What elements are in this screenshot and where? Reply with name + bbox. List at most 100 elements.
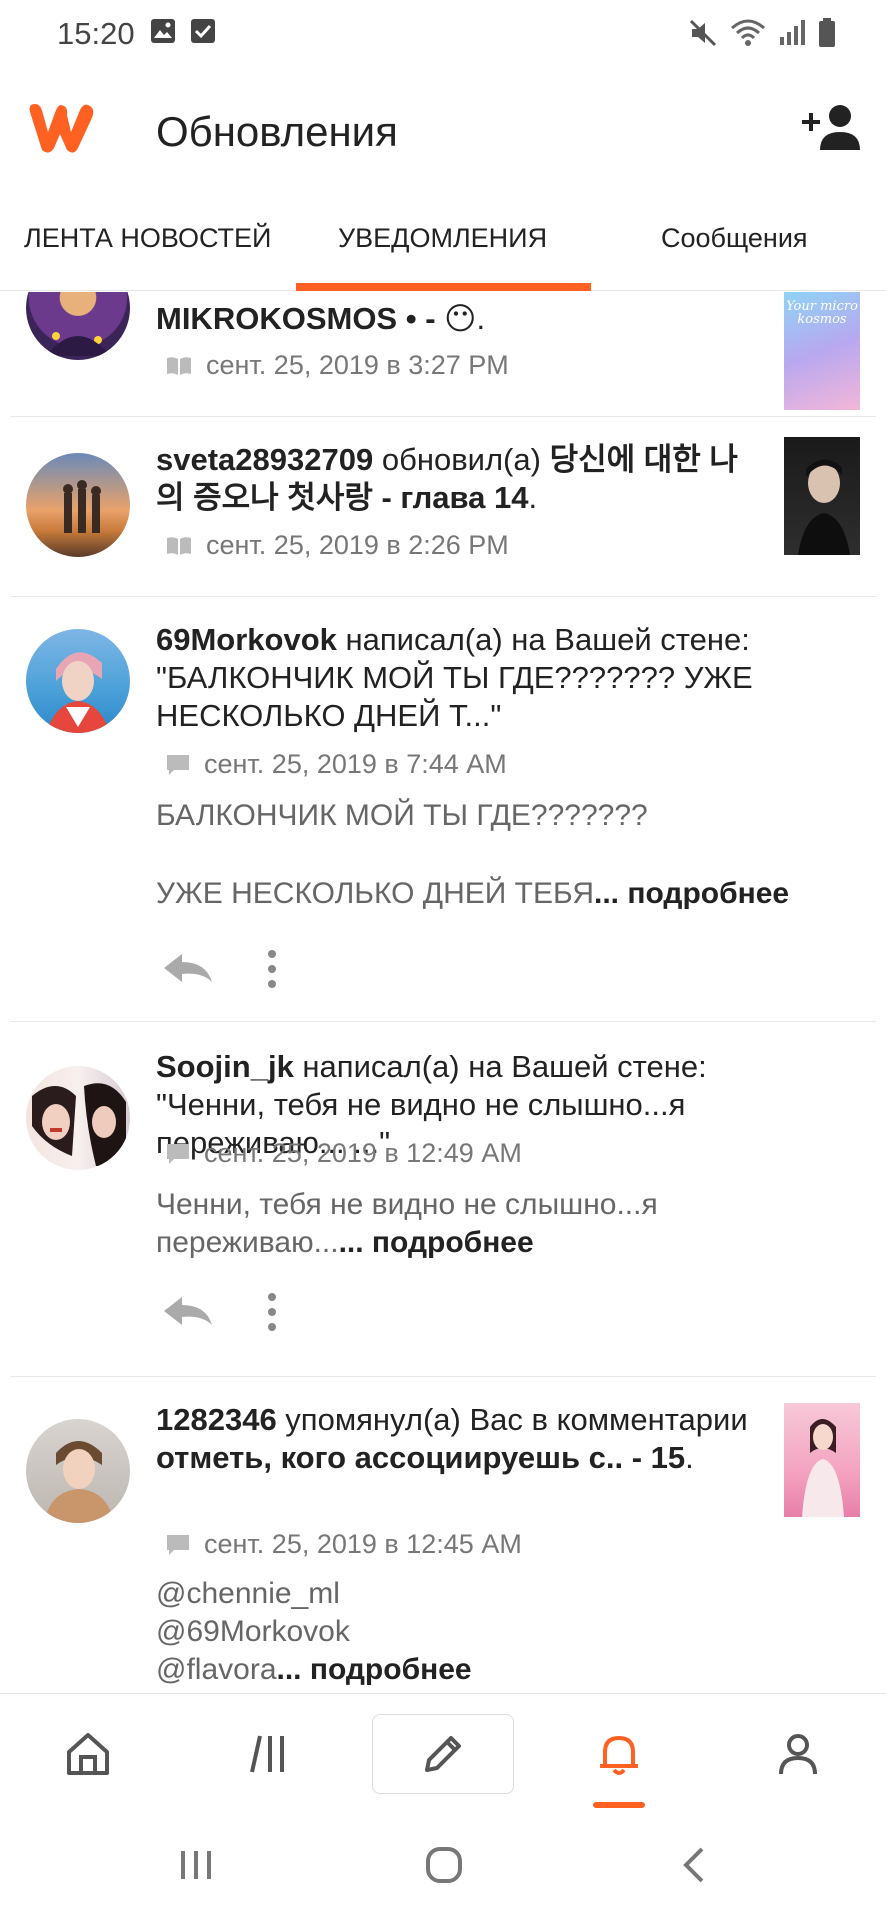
username[interactable]: 1282346 — [156, 1402, 277, 1437]
notification-item[interactable]: 1282346 упомянул(а) Вас в комментарии от… — [0, 1377, 886, 1690]
preview-line: @flavora — [156, 1653, 277, 1686]
back-icon[interactable] — [680, 1845, 710, 1885]
nav-home[interactable] — [56, 1718, 120, 1790]
username[interactable]: 69Morkovok — [156, 622, 337, 657]
action-text: упомянул(а) Вас в комментарии — [276, 1402, 748, 1437]
message-icon — [167, 754, 189, 775]
notification-text: 1282346 упомянул(а) Вас в комментарии от… — [156, 1401, 756, 1477]
active-nav-indicator — [593, 1802, 645, 1808]
notification-meta: сент. 25, 2019 в 7:44 AM — [166, 749, 507, 780]
nav-notifications[interactable] — [587, 1718, 651, 1790]
story-title[interactable]: MIKROKOSMOS • - — [156, 301, 444, 336]
profile-icon — [779, 1734, 817, 1775]
timestamp: сент. 25, 2019 в 12:45 AM — [204, 1529, 522, 1559]
thumbnail-illustration — [798, 459, 850, 555]
pencil-icon — [425, 1736, 461, 1772]
avatar-illustration — [63, 480, 101, 533]
story-title[interactable]: отметь, кого ассоциируешь с.. — [156, 1440, 623, 1475]
active-tab-indicator — [296, 283, 591, 291]
story-cover-thumbnail[interactable] — [784, 1403, 860, 1517]
notification-meta: сент. 25, 2019 в 12:49 AM — [166, 1138, 522, 1169]
thumbnail-illustration — [802, 1419, 844, 1517]
notification-item[interactable]: Soojin_jk написал(а) на Вашей стене: "Че… — [0, 1022, 886, 1377]
text-end: . — [476, 301, 486, 336]
message-preview[interactable]: @chennie_ml @69Morkovok @flavora... подр… — [156, 1575, 856, 1689]
chapter-label[interactable]: - 15 — [623, 1440, 685, 1475]
message-icon — [167, 1143, 189, 1164]
book-icon — [167, 356, 191, 375]
battery-icon — [819, 18, 835, 47]
bell-icon — [600, 1736, 638, 1775]
notification-meta: сент. 25, 2019 в 12:45 AM — [166, 1529, 522, 1560]
notification-text: 69Morkovok написал(а) на Вашей стене: "Б… — [156, 621, 756, 735]
read-more-link[interactable]: ... подробнее — [277, 1653, 472, 1686]
preview-line: БАЛКОНЧИК МОЙ ТЫ ГДЕ??????? — [156, 799, 648, 832]
read-more-link[interactable]: ... подробнее — [339, 1226, 534, 1259]
add-friend-icon[interactable] — [802, 102, 862, 152]
nav-write[interactable] — [372, 1714, 514, 1794]
book-icon — [167, 536, 191, 555]
notification-meta: сент. 25, 2019 в 3:27 PM — [166, 350, 509, 381]
home-button-icon[interactable] — [424, 1845, 464, 1885]
message-preview[interactable]: БАЛКОНЧИК МОЙ ТЫ ГДЕ??????? УЖЕ НЕСКОЛЬК… — [156, 797, 856, 913]
notification-text: MIKROKOSMOS • - 😶. — [156, 300, 756, 338]
reply-icon[interactable] — [162, 952, 214, 986]
notification-item[interactable]: MIKROKOSMOS • - 😶. сент. 25, 2019 в 3:27… — [0, 292, 886, 417]
timestamp: сент. 25, 2019 в 12:49 AM — [204, 1138, 522, 1168]
status-notification-icons — [150, 18, 216, 44]
avatar[interactable] — [26, 453, 130, 557]
notification-item[interactable]: sveta28932709 обновил(а) 당신에 대한 나의 증오나 첫… — [0, 417, 886, 597]
status-system-icons — [688, 18, 836, 48]
reply-icon[interactable] — [162, 1295, 214, 1329]
mute-icon — [689, 19, 717, 47]
notification-meta: сент. 25, 2019 в 2:26 PM — [166, 530, 509, 561]
post-actions — [162, 949, 278, 989]
username[interactable]: Soojin_jk — [156, 1049, 294, 1084]
message-preview[interactable]: Ченни, тебя не видно не слышно...я переж… — [156, 1186, 736, 1262]
nav-library[interactable] — [236, 1718, 300, 1790]
timestamp: сент. 25, 2019 в 2:26 PM — [206, 530, 509, 560]
avatar[interactable] — [26, 1419, 130, 1523]
timestamp: сент. 25, 2019 в 7:44 AM — [204, 749, 507, 779]
avatar-illustration — [46, 652, 110, 733]
avatar[interactable] — [26, 292, 130, 360]
tab-news-feed[interactable]: ЛЕНТА НОВОСТЕЙ — [24, 223, 271, 254]
signal-icon — [780, 20, 805, 45]
tab-notifications[interactable]: УВЕДОМЛЕНИЯ — [338, 223, 547, 254]
story-cover-thumbnail[interactable] — [784, 437, 860, 555]
avatar-illustration — [32, 1083, 126, 1166]
action-text: обновил(а) — [373, 442, 550, 477]
check-notification-icon — [191, 19, 215, 43]
post-actions — [162, 1292, 278, 1332]
system-navigation-bar — [0, 1813, 886, 1920]
tab-messages[interactable]: Сообщения — [661, 223, 808, 254]
wattpad-logo-icon[interactable] — [26, 98, 98, 158]
story-cover-thumbnail[interactable]: Your micro kosmos — [784, 292, 860, 410]
more-options-icon[interactable] — [266, 949, 278, 989]
more-options-icon[interactable] — [266, 1292, 278, 1332]
nav-profile[interactable] — [766, 1718, 830, 1790]
recent-apps-icon[interactable] — [178, 1845, 214, 1885]
message-icon — [167, 1534, 189, 1555]
thumbnail-caption: Your micro kosmos — [786, 299, 858, 327]
tab-bar: ЛЕНТА НОВОСТЕЙ УВЕДОМЛЕНИЯ Сообщения — [0, 205, 886, 291]
read-more-link[interactable]: ... подробнее — [594, 877, 789, 910]
notification-item[interactable]: 69Morkovok написал(а) на Вашей стене: "Б… — [0, 597, 886, 1022]
avatar[interactable] — [26, 629, 130, 733]
preview-line: УЖЕ НЕСКОЛЬКО ДНЕЙ ТЕБЯ — [156, 877, 595, 910]
notification-text: sveta28932709 обновил(а) 당신에 대한 나의 증오나 첫… — [156, 441, 756, 517]
notification-feed[interactable]: MIKROKOSMOS • - 😶. сент. 25, 2019 в 3:27… — [0, 292, 886, 1690]
avatar[interactable] — [26, 1066, 130, 1170]
text-end: . — [685, 1440, 694, 1475]
library-icon — [250, 1735, 284, 1773]
avatar-illustration — [46, 332, 110, 356]
image-notification-icon — [151, 19, 175, 43]
status-time: 15:20 — [57, 16, 135, 51]
username[interactable]: sveta28932709 — [156, 442, 373, 477]
avatar-illustration — [44, 1441, 114, 1523]
text-end: . — [528, 480, 538, 515]
wifi-icon — [731, 19, 765, 46]
chapter-label[interactable]: - глава 14 — [373, 480, 528, 515]
status-bar: 15:20 — [0, 0, 886, 70]
preview-line: @chennie_ml — [156, 1577, 340, 1610]
